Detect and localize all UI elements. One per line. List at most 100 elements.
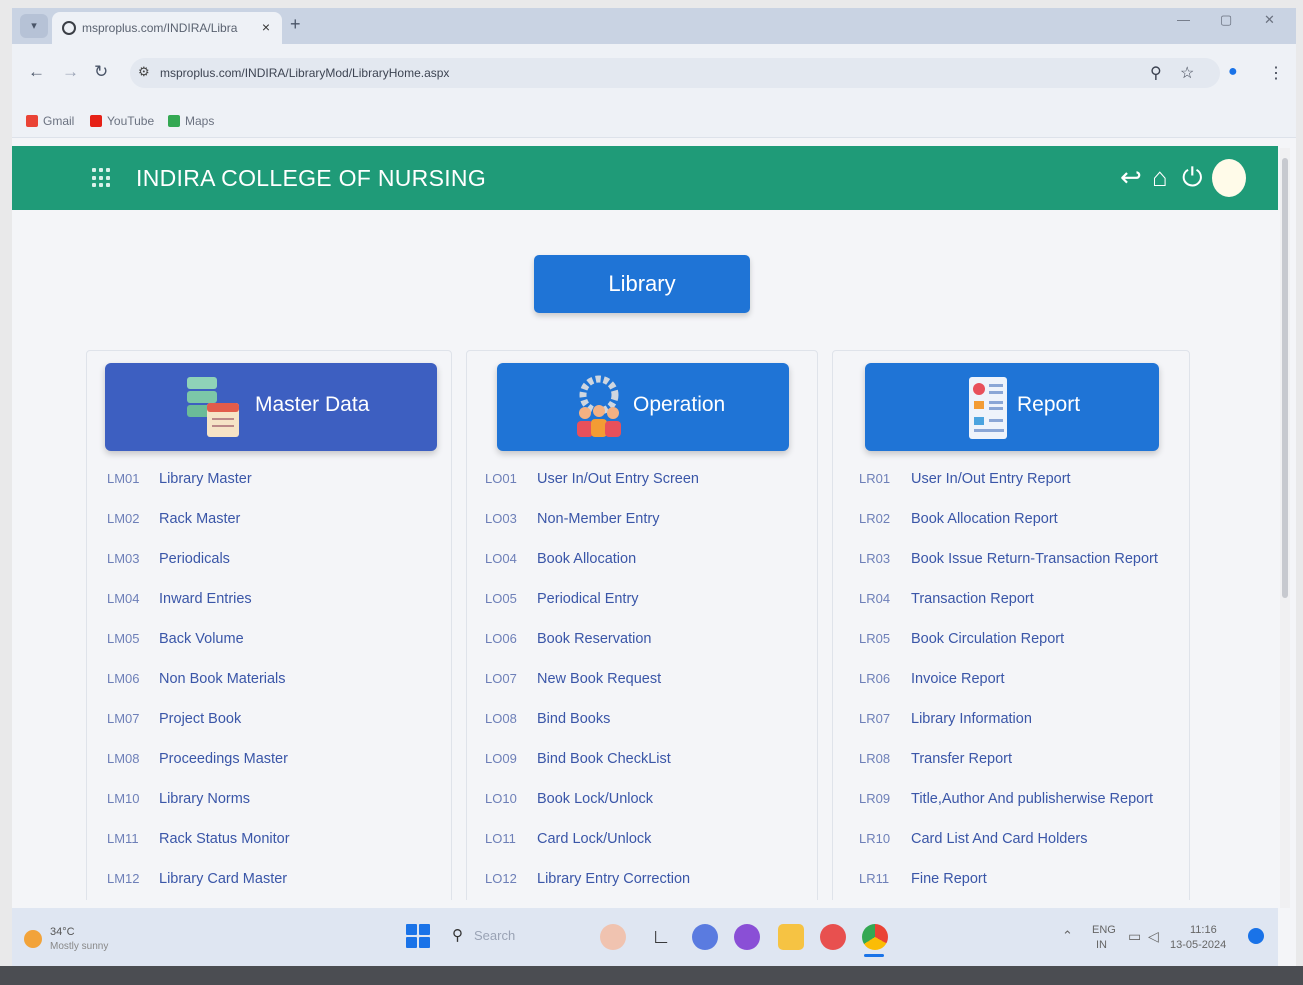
menu-item-lo11[interactable]: LO11 Card Lock/Unlock <box>485 831 699 871</box>
app-header: INDIRA COLLEGE OF NURSING ↩ ⌂ ⏻ <box>12 146 1278 210</box>
taskbar-search[interactable]: Search <box>474 928 515 943</box>
minimize-icon[interactable]: — <box>1177 12 1190 27</box>
menu-item-lm04[interactable]: LM04 Inward Entries <box>107 591 290 631</box>
close-window-icon[interactable]: ✕ <box>1264 12 1275 28</box>
report-document-icon <box>969 377 1007 439</box>
item-code: LR05 <box>859 631 891 646</box>
menu-item-lo05[interactable]: LO05 Periodical Entry <box>485 591 699 631</box>
apps-grid-icon[interactable] <box>92 168 112 188</box>
widgets-icon[interactable] <box>600 924 626 950</box>
menu-item-lo10[interactable]: LO10 Book Lock/Unlock <box>485 791 699 831</box>
menu-item-lm11[interactable]: LM11 Rack Status Monitor <box>107 831 290 871</box>
menu-item-lm03[interactable]: LM03 Periodicals <box>107 551 290 591</box>
report-card[interactable]: Report <box>865 363 1159 451</box>
item-code: LO04 <box>485 551 517 566</box>
forward-arrow-icon[interactable]: → <box>62 62 79 82</box>
bookmark-label: Gmail <box>43 114 75 128</box>
item-label: Bind Book CheckList <box>537 751 671 767</box>
card-title: Master Data <box>255 393 370 416</box>
menu-item-lr07[interactable]: LR07 Library Information <box>859 711 1158 751</box>
windows-start-icon[interactable] <box>406 924 430 948</box>
menu-item-lm02[interactable]: LM02 Rack Master <box>107 511 290 551</box>
bookmark-maps[interactable]: Maps <box>168 114 214 128</box>
menu-item-lm06[interactable]: LM06 Non Book Materials <box>107 671 290 711</box>
page-scrollbar[interactable] <box>1280 148 1290 908</box>
reload-icon[interactable]: ↻ <box>94 62 108 82</box>
item-code: LR10 <box>859 831 891 846</box>
chat-icon[interactable] <box>692 924 718 950</box>
copilot-icon[interactable] <box>734 924 760 950</box>
item-code: LO12 <box>485 871 517 886</box>
item-code: LO10 <box>485 791 517 806</box>
tab-close-icon[interactable]: × <box>262 19 270 35</box>
item-code: LR11 <box>859 871 890 886</box>
menu-item-lo03[interactable]: LO03 Non-Member Entry <box>485 511 699 551</box>
menu-item-lm10[interactable]: LM10 Library Norms <box>107 791 290 831</box>
menu-item-lm05[interactable]: LM05 Back Volume <box>107 631 290 671</box>
browser-tab[interactable]: msproplus.com/INDIRA/Libra × <box>52 12 282 44</box>
network-icon[interactable]: ▭ <box>1128 928 1141 945</box>
item-label: Book Reservation <box>537 631 652 647</box>
menu-item-lr04[interactable]: LR04 Transaction Report <box>859 591 1158 631</box>
card-title: Report <box>1017 393 1081 416</box>
tab-search-dropdown[interactable]: ▾ <box>20 14 48 38</box>
file-explorer-icon[interactable] <box>778 924 804 950</box>
notification-badge-icon[interactable] <box>1248 928 1264 944</box>
new-tab-button[interactable]: + <box>290 14 301 35</box>
address-bar[interactable]: ⚙ msproplus.com/INDIRA/LibraryMod/Librar… <box>130 58 1220 88</box>
menu-item-lm12[interactable]: LM12 Library Card Master <box>107 871 290 900</box>
chrome-icon[interactable] <box>862 924 888 950</box>
clock-time[interactable]: 11:16 <box>1190 924 1217 936</box>
menu-item-lr11[interactable]: LR11 Fine Report <box>859 871 1158 900</box>
operation-card[interactable]: Operation <box>497 363 789 451</box>
menu-item-lr05[interactable]: LR05 Book Circulation Report <box>859 631 1158 671</box>
menu-item-lr02[interactable]: LR02 Book Allocation Report <box>859 511 1158 551</box>
back-reply-icon[interactable]: ↩ <box>1120 160 1142 194</box>
menu-item-lr10[interactable]: LR10 Card List And Card Holders <box>859 831 1158 871</box>
item-code: LR03 <box>859 551 891 566</box>
weather-widget[interactable]: 34°C Mostly sunny <box>24 922 134 956</box>
menu-item-lr01[interactable]: LR01 User In/Out Entry Report <box>859 471 1158 511</box>
chevron-up-icon[interactable]: ⌃ <box>1062 928 1073 944</box>
scrollbar-thumb[interactable] <box>1282 158 1288 598</box>
maximize-icon[interactable]: ▢ <box>1220 12 1232 28</box>
user-avatar[interactable] <box>1212 159 1246 197</box>
menu-dots-icon[interactable]: ⋮ <box>1268 63 1284 83</box>
menu-item-lo06[interactable]: LO06 Book Reservation <box>485 631 699 671</box>
menu-item-lm08[interactable]: LM08 Proceedings Master <box>107 751 290 791</box>
bookmark-gmail[interactable]: Gmail <box>26 114 74 128</box>
master-data-card[interactable]: Master Data <box>105 363 437 451</box>
menu-item-lm07[interactable]: LM07 Project Book <box>107 711 290 751</box>
task-view-icon[interactable]: ∟ <box>648 924 674 950</box>
menu-item-lo01[interactable]: LO01 User In/Out Entry Screen <box>485 471 699 511</box>
store-icon[interactable] <box>820 924 846 950</box>
item-code: LR01 <box>859 471 891 486</box>
library-button[interactable]: Library <box>534 255 750 313</box>
bookmark-youtube[interactable]: YouTube <box>90 114 154 128</box>
bookmark-star-icon[interactable]: ☆ <box>1180 63 1194 83</box>
menu-item-lr06[interactable]: LR06 Invoice Report <box>859 671 1158 711</box>
menu-item-lr09[interactable]: LR09 Title,Author And publisherwise Repor… <box>859 791 1158 831</box>
item-code: LM07 <box>107 711 140 726</box>
item-code: LR09 <box>859 791 891 806</box>
item-label: Inward Entries <box>159 591 252 607</box>
language-code[interactable]: ENG <box>1092 924 1116 936</box>
volume-icon[interactable]: ◁ <box>1148 928 1159 945</box>
menu-item-lo07[interactable]: LO07 New Book Request <box>485 671 699 711</box>
profile-icon[interactable]: ● <box>1228 63 1238 81</box>
site-info-icon[interactable]: ⚙ <box>138 64 150 80</box>
menu-item-lo04[interactable]: LO04 Book Allocation <box>485 551 699 591</box>
menu-item-lm01[interactable]: LM01 Library Master <box>107 471 290 511</box>
back-arrow-icon[interactable]: ← <box>28 62 45 82</box>
clock-date[interactable]: 13-05-2024 <box>1170 939 1226 951</box>
url-text[interactable]: msproplus.com/INDIRA/LibraryMod/LibraryH… <box>160 66 449 80</box>
item-label: Book Issue Return-Transaction Report <box>911 551 1158 567</box>
menu-item-lr03[interactable]: LR03 Book Issue Return-Transaction Report <box>859 551 1158 591</box>
menu-item-lo12[interactable]: LO12 Library Entry Correction <box>485 871 699 900</box>
menu-item-lr08[interactable]: LR08 Transfer Report <box>859 751 1158 791</box>
zoom-icon[interactable]: ⚲ <box>1150 63 1162 83</box>
menu-item-lo09[interactable]: LO09 Bind Book CheckList <box>485 751 699 791</box>
home-icon[interactable]: ⌂ <box>1152 160 1168 194</box>
menu-item-lo08[interactable]: LO08 Bind Books <box>485 711 699 751</box>
power-icon[interactable]: ⏻ <box>1182 160 1203 194</box>
